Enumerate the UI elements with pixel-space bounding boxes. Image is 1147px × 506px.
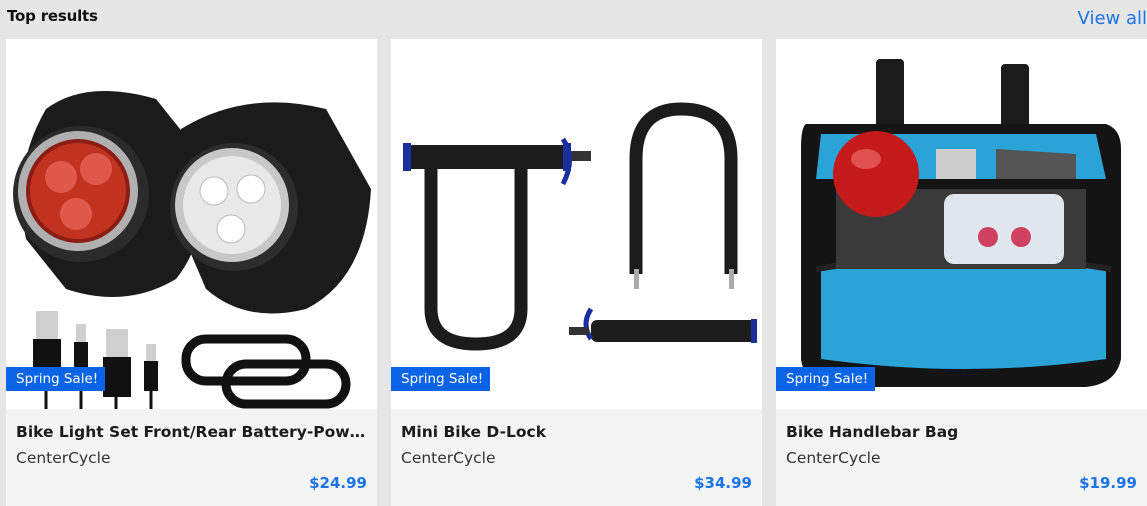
- product-card[interactable]: Spring Sale! Bike Light Set Front/Rear B…: [6, 39, 377, 506]
- product-price: $19.99: [1079, 474, 1137, 492]
- product-price: $24.99: [309, 474, 367, 492]
- product-brand: CenterCycle: [786, 449, 881, 467]
- d-lock-image: [391, 39, 762, 409]
- product-card[interactable]: Spring Sale! Mini Bike D-Lock CenterCycl…: [391, 39, 762, 506]
- sale-badge: Spring Sale!: [6, 367, 106, 391]
- sale-badge: Spring Sale!: [776, 367, 876, 391]
- product-image-d-lock[interactable]: [391, 39, 762, 409]
- view-all-link[interactable]: View all: [1078, 8, 1147, 29]
- product-price: $34.99: [694, 474, 752, 492]
- product-card[interactable]: Spring Sale! Bike Handlebar Bag CenterCy…: [776, 39, 1147, 506]
- product-brand: CenterCycle: [16, 449, 111, 467]
- results-header: Top results View all: [0, 0, 1147, 38]
- product-name[interactable]: Bike Handlebar Bag: [786, 423, 1138, 441]
- sale-badge: Spring Sale!: [391, 367, 491, 391]
- product-image-bike-light-set[interactable]: [6, 39, 377, 409]
- section-title: Top results: [7, 7, 98, 25]
- product-name[interactable]: Mini Bike D-Lock: [401, 423, 753, 441]
- bike-light-set-image: [6, 39, 377, 409]
- product-brand: CenterCycle: [401, 449, 496, 467]
- product-name[interactable]: Bike Light Set Front/Rear Battery-Powere…: [16, 423, 368, 441]
- product-image-handlebar-bag[interactable]: [776, 39, 1147, 409]
- handlebar-bag-image: [776, 39, 1147, 409]
